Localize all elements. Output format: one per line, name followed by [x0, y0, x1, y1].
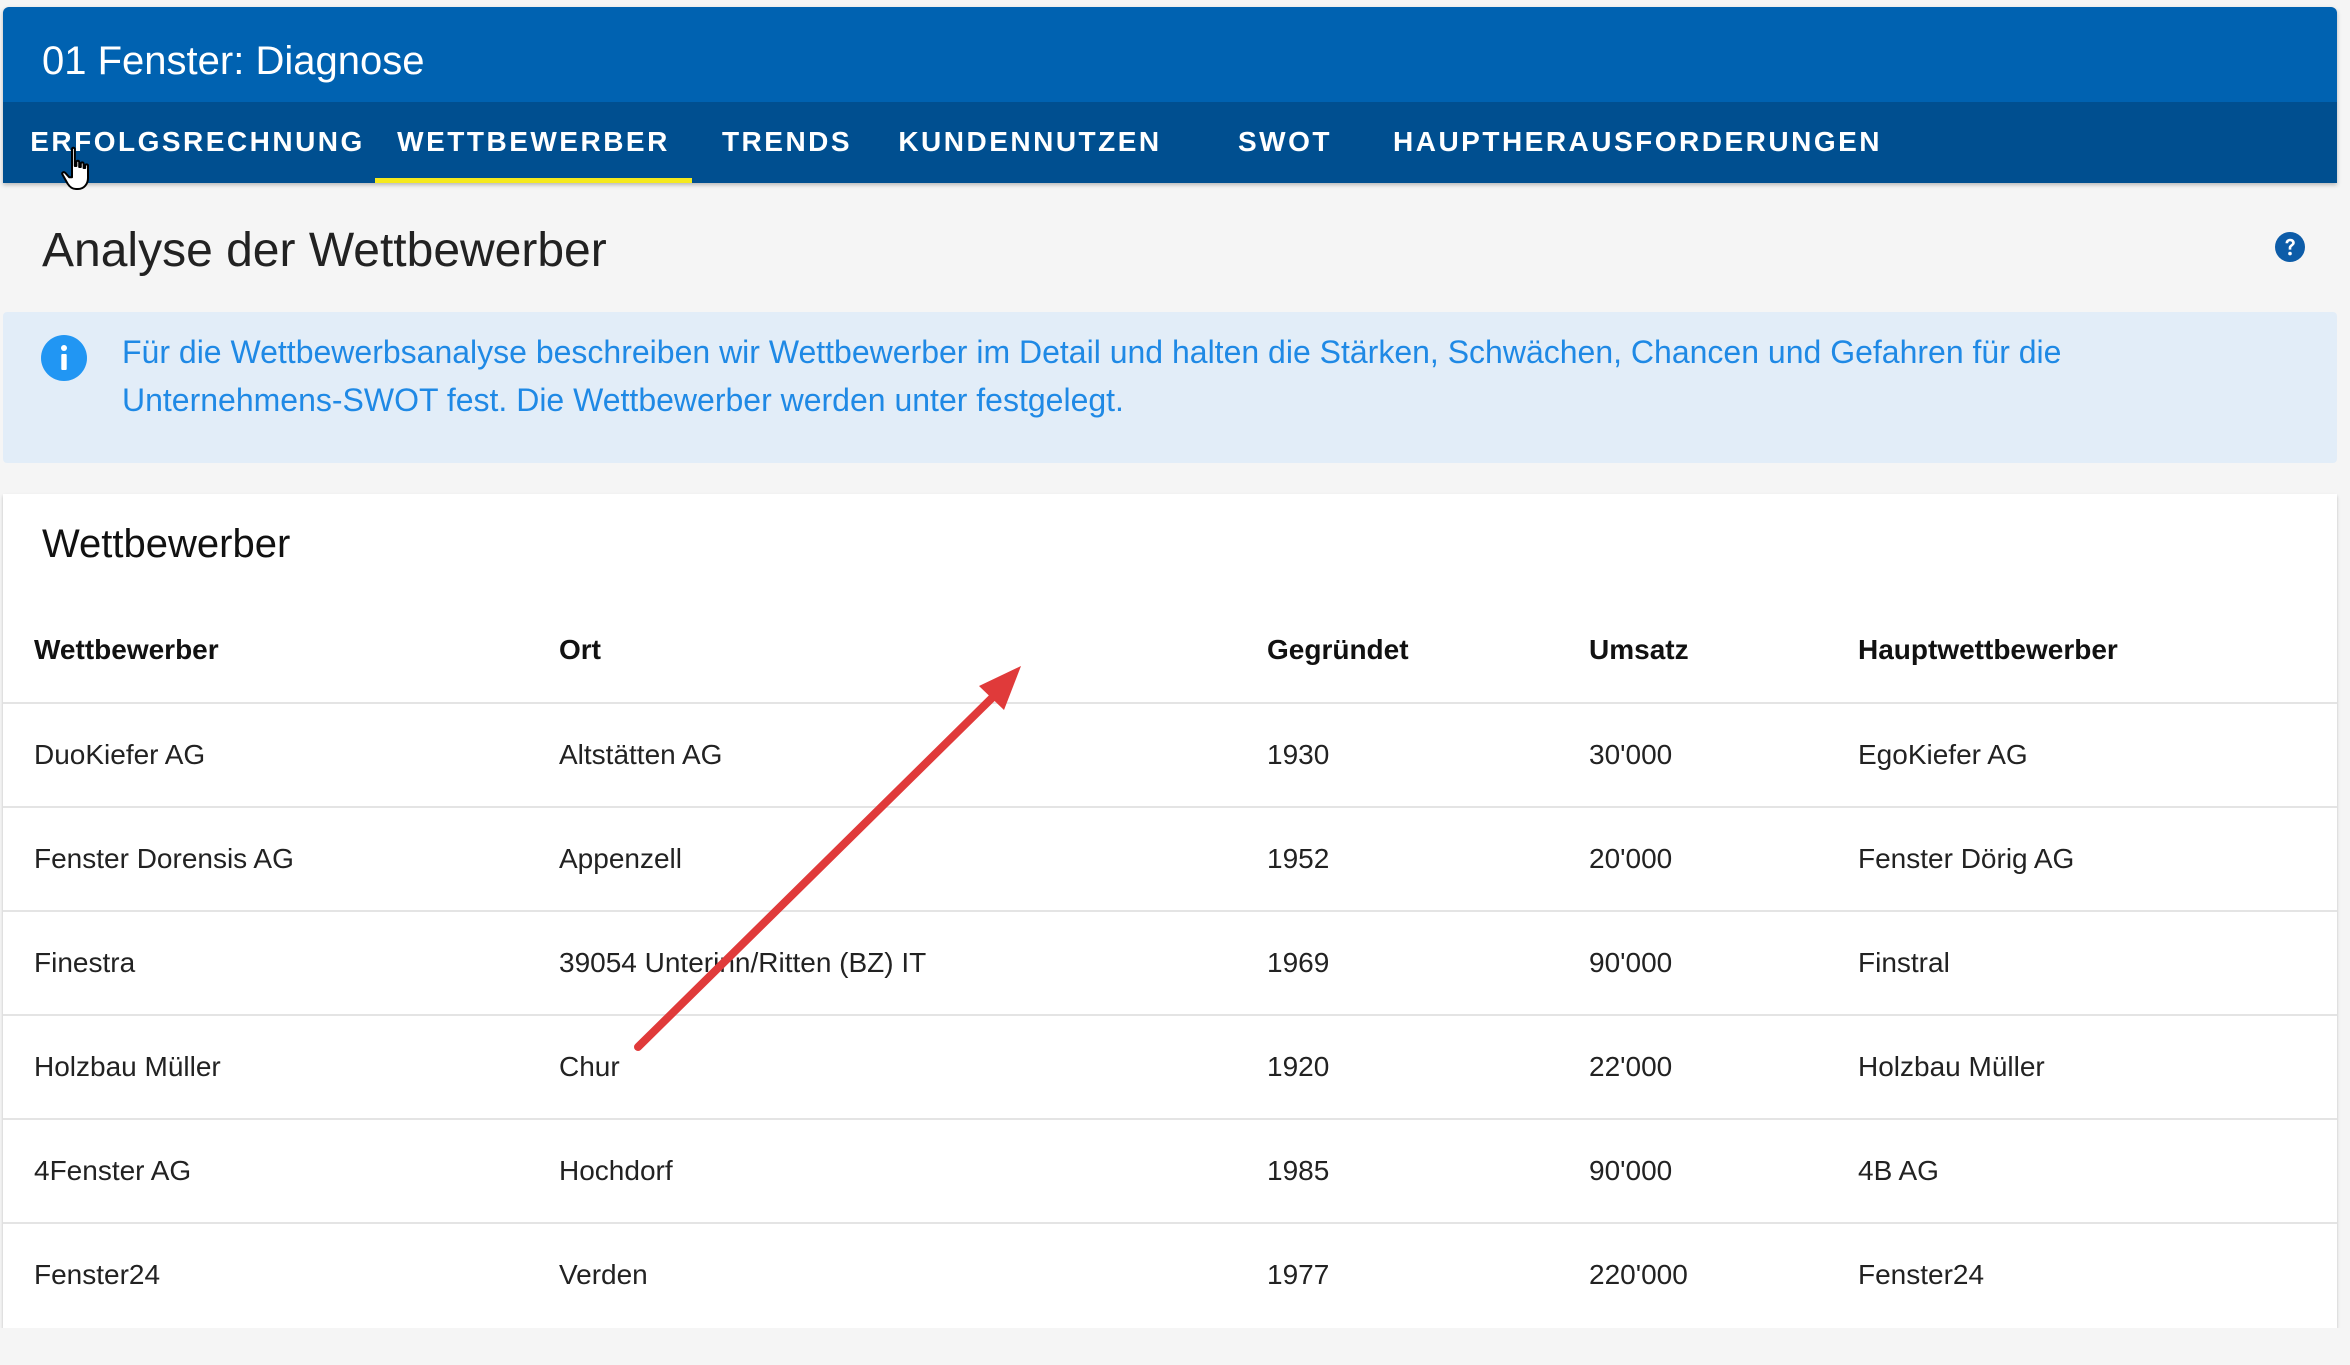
table-header-row: Wettbewerber Ort Gegründet Umsatz Hauptw…	[3, 598, 2337, 704]
cell-gegruendet: 1977	[1267, 1259, 1330, 1290]
cell-ort: Chur	[559, 1051, 620, 1082]
cell-ort: Hochdorf	[559, 1155, 673, 1186]
tab-label: TRENDS	[721, 126, 853, 157]
table-row[interactable]: 4Fenster AG Hochdorf 1985 90'000 4B AG	[3, 1120, 2337, 1224]
column-header-ort[interactable]: Ort	[559, 598, 601, 702]
column-header-gegruendet[interactable]: Gegründet	[1267, 598, 1409, 702]
hand-cursor-icon	[61, 146, 89, 190]
cell-hauptwettbewerber: Fenster24	[1858, 1259, 1985, 1290]
page-background	[0, 1328, 2350, 1365]
cell-ort: 39054 Unterinn/Ritten (BZ) IT	[559, 947, 927, 978]
tab-label: SWOT	[1238, 126, 1332, 157]
cell-wettbewerber: Fenster24	[34, 1259, 161, 1290]
cell-ort: Appenzell	[559, 843, 682, 874]
cell-umsatz: 90'000	[1589, 947, 1673, 978]
cell-umsatz: 90'000	[1589, 1155, 1673, 1186]
cell-hauptwettbewerber: Finstral	[1858, 947, 1950, 978]
page-title: Analyse der Wettbewerber	[42, 224, 607, 277]
tab-hauptherausforderungen[interactable]: HAUPTHERAUSFORDERUNGEN	[1393, 102, 1880, 183]
tab-label: HAUPTHERAUSFORDERUNGEN	[1393, 126, 1883, 157]
tab-kundennutzen[interactable]: KUNDENNUTZEN	[898, 102, 1162, 183]
cell-gegruendet: 1920	[1267, 1051, 1330, 1082]
table-row[interactable]: Fenster Dorensis AG Appenzell 1952 20'00…	[3, 808, 2337, 912]
cell-wettbewerber: 4Fenster AG	[34, 1155, 192, 1186]
cell-gegruendet: 1969	[1267, 947, 1330, 978]
app-title: 01 Fenster: Diagnose	[42, 39, 425, 83]
competitors-table: Wettbewerber Ort Gegründet Umsatz Hauptw…	[3, 598, 2337, 1328]
cell-wettbewerber: Holzbau Müller	[34, 1051, 221, 1082]
table-row[interactable]: DuoKiefer AG Altstätten AG 1930 30'000 E…	[3, 704, 2337, 808]
table-row[interactable]: Finestra 39054 Unterinn/Ritten (BZ) IT 1…	[3, 912, 2337, 1016]
cell-wettbewerber: DuoKiefer AG	[34, 739, 206, 770]
cell-hauptwettbewerber: Holzbau Müller	[1858, 1051, 2045, 1082]
table-row[interactable]: Fenster24 Verden 1977 220'000 Fenster24	[3, 1224, 2337, 1328]
tab-swot[interactable]: SWOT	[1223, 102, 1347, 183]
info-icon	[41, 335, 87, 381]
column-header-wettbewerber[interactable]: Wettbewerber	[34, 598, 219, 702]
cell-hauptwettbewerber: 4B AG	[1858, 1155, 1939, 1186]
cell-hauptwettbewerber: EgoKiefer AG	[1858, 739, 2028, 770]
cell-ort: Altstätten AG	[559, 739, 723, 770]
cell-umsatz: 30'000	[1589, 739, 1673, 770]
info-text: Für die Wettbewerbsanalyse beschreiben w…	[122, 334, 2062, 418]
tab-label: WETTBEWERBER	[397, 126, 670, 157]
cell-wettbewerber: Fenster Dorensis AG	[34, 843, 294, 874]
cell-umsatz: 220'000	[1589, 1259, 1688, 1290]
cell-wettbewerber: Finestra	[34, 947, 136, 978]
cell-umsatz: 22'000	[1589, 1051, 1673, 1082]
card-title: Wettbewerber	[42, 522, 291, 566]
info-banner: Für die Wettbewerbsanalyse beschreiben w…	[3, 312, 2337, 463]
cell-ort: Verden	[559, 1259, 648, 1290]
tab-label: KUNDENNUTZEN	[898, 126, 1162, 157]
cell-gegruendet: 1952	[1267, 843, 1330, 874]
help-icon[interactable]	[2274, 231, 2306, 263]
column-header-hauptwettbewerber[interactable]: Hauptwettbewerber	[1858, 598, 2118, 702]
table-row[interactable]: Holzbau Müller Chur 1920 22'000 Holzbau …	[3, 1016, 2337, 1120]
cell-gegruendet: 1985	[1267, 1155, 1330, 1186]
tab-trends[interactable]: TRENDS	[708, 102, 866, 183]
cell-gegruendet: 1930	[1267, 739, 1330, 770]
app-bar: 01 Fenster: Diagnose ERFOLGSRECHNUNG WET…	[3, 7, 2337, 183]
tab-bar: ERFOLGSRECHNUNG WETTBEWERBER TRENDS KUND…	[3, 102, 2337, 183]
cell-hauptwettbewerber: Fenster Dörig AG	[1858, 843, 2075, 874]
tab-wettbewerber[interactable]: WETTBEWERBER	[375, 102, 692, 183]
competitors-card: Wettbewerber Wettbewerber Ort Gegründet …	[3, 494, 2337, 1328]
cell-umsatz: 20'000	[1589, 843, 1673, 874]
column-header-umsatz[interactable]: Umsatz	[1589, 598, 1689, 702]
